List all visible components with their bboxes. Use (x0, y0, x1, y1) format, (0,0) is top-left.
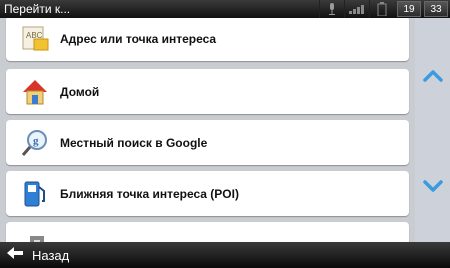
menu-item-label: Ближняя точка интереса (POI) (60, 186, 239, 201)
address-icon: ABC (20, 24, 50, 54)
back-arrow-icon (6, 246, 24, 265)
microphone-icon (319, 0, 344, 18)
menu-item-partial[interactable] (6, 222, 409, 242)
svg-text:g: g (33, 135, 39, 147)
menu-item-label: Домой (60, 84, 100, 99)
menu-item-google-search[interactable]: g Местный поиск в Google (6, 120, 409, 165)
bottom-bar: Назад (0, 242, 450, 268)
menu-item-home[interactable]: Домой (6, 69, 409, 114)
fuel-pump-icon (20, 179, 50, 209)
scroll-down-button[interactable] (421, 176, 445, 196)
scroll-up-button[interactable] (421, 66, 445, 86)
back-button-label: Назад (32, 248, 70, 263)
menu-list: ABC Адрес или точка интереса Домой g Мес… (0, 18, 415, 242)
battery-icon (369, 0, 394, 18)
home-icon (20, 77, 50, 107)
menu-item-nearby-poi[interactable]: Ближняя точка интереса (POI) (6, 171, 409, 216)
scroll-panel (415, 18, 450, 242)
gps-signal-icon (344, 0, 369, 18)
google-search-icon: g (20, 128, 50, 158)
menu-item-label: Адрес или точка интереса (60, 31, 217, 46)
clock-minutes: 33 (424, 1, 448, 17)
item-icon (20, 230, 50, 242)
page-title: Перейти к... (4, 2, 71, 16)
title-bar: Перейти к... 19 33 (0, 0, 450, 18)
status-area: 19 33 (319, 0, 450, 18)
menu-item-label: Местный поиск в Google (60, 135, 208, 150)
back-button[interactable]: Назад (6, 246, 69, 265)
menu-item-address[interactable]: ABC Адрес или точка интереса (6, 18, 409, 61)
clock-hours: 19 (397, 1, 421, 17)
